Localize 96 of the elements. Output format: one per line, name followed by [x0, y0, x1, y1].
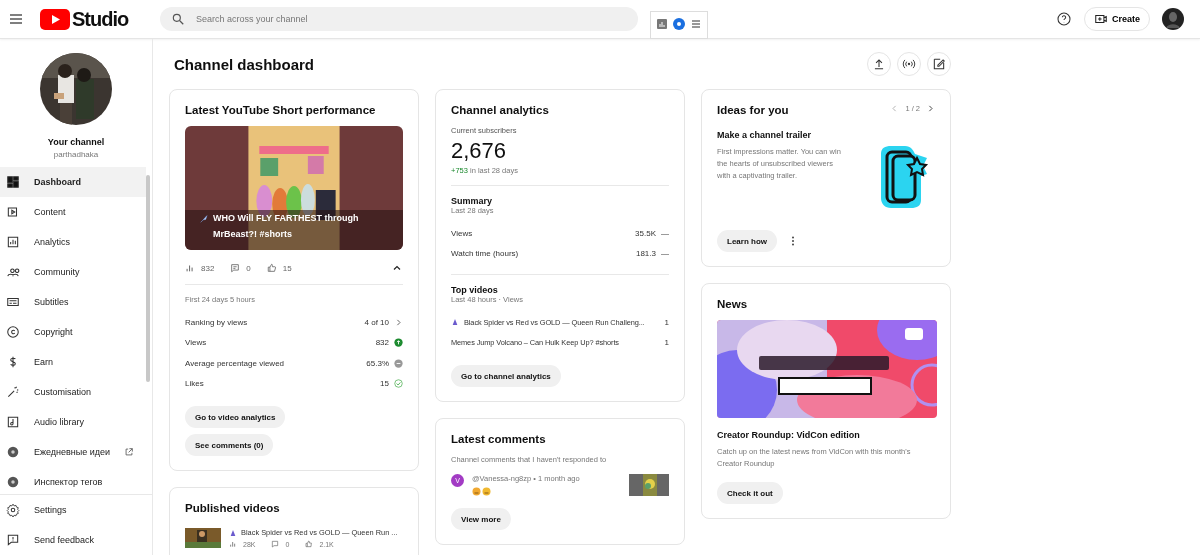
channel-label: Your channel: [47, 137, 105, 147]
broadcast-icon: [902, 57, 916, 71]
metric-value: 832: [375, 338, 389, 348]
rocket-icon: [199, 214, 209, 225]
nav-item[interactable]: Send feedback: [0, 525, 152, 555]
circle-icon[interactable]: [673, 18, 685, 30]
nav-icon: [6, 385, 20, 400]
trend-mark: —: [661, 249, 669, 259]
channel-handle: parthadhaka: [53, 150, 99, 159]
card-title: Channel analytics: [451, 104, 550, 116]
scrollbar-thumb[interactable]: [146, 175, 150, 383]
view-count: 1: [664, 338, 669, 348]
card-title: Latest comments: [451, 433, 547, 445]
learn-how-button[interactable]: Learn how: [717, 230, 777, 252]
search-icon: [171, 12, 185, 26]
metric-label: Views: [451, 228, 473, 238]
live-button[interactable]: [897, 52, 921, 76]
bar-chart-icon: [229, 540, 237, 548]
logo-text: Studio: [72, 7, 129, 31]
nav-icon: [6, 175, 20, 190]
card-title: News: [717, 298, 749, 310]
metric-value: 4 of 10: [364, 317, 389, 327]
account-avatar[interactable]: [1162, 8, 1184, 30]
play-logo-icon: [40, 8, 70, 30]
trend-mark: —: [661, 228, 669, 238]
check-it-out-button[interactable]: Check it out: [717, 482, 783, 504]
nav-item[interactable]: Copyright: [0, 317, 146, 348]
card-title: Ideas for you: [717, 104, 789, 116]
nav-item[interactable]: Ежедневные идеи: [0, 437, 146, 468]
add-video-icon: [1094, 12, 1108, 26]
page-title: Channel dashboard: [173, 55, 315, 73]
like-count: 15: [282, 263, 292, 273]
action-button[interactable]: Go to video analytics: [185, 406, 286, 428]
nav-item[interactable]: Audio library: [0, 407, 146, 438]
like-icon: [266, 263, 277, 273]
circle-icon: [6, 475, 20, 490]
news-title: Creator Roundup: VidCon edition: [717, 430, 861, 440]
nav-item[interactable]: Dashboard: [0, 167, 146, 198]
create-button[interactable]: Create: [1084, 7, 1150, 31]
action-button[interactable]: See comments (0): [185, 434, 274, 456]
metric-label: Views: [185, 338, 207, 348]
upload-button[interactable]: [867, 52, 891, 76]
nav-item[interactable]: Analytics: [0, 227, 146, 258]
metric-value: 65.3%: [366, 358, 389, 368]
comment-icon: [271, 540, 280, 548]
menu-icon[interactable]: [691, 19, 701, 29]
metric-label: Ranking by views: [185, 317, 248, 327]
idea-title: Make a channel trailer: [717, 130, 813, 140]
nav-icon: [6, 415, 20, 430]
neutral-icon: [394, 358, 403, 368]
emoji-icon: [472, 487, 492, 496]
nav-icon: [6, 205, 20, 220]
comment-icon: [230, 263, 241, 273]
nav-item[interactable]: Community: [0, 257, 146, 288]
subscriber-count: 2,676: [451, 138, 508, 164]
metric-value: 181.3: [635, 249, 656, 259]
nav-item[interactable]: Subtitles: [0, 287, 146, 318]
help-icon[interactable]: [1056, 11, 1072, 27]
metric-label: Likes: [185, 379, 204, 389]
nav-item[interactable]: Content: [0, 197, 146, 228]
edit-button[interactable]: [927, 52, 951, 76]
metric-label: Average percentage viewed: [185, 358, 285, 368]
nav-icon: [6, 325, 20, 340]
circle-icon: [6, 445, 20, 460]
bar-chart-icon: [185, 263, 195, 273]
nav-item[interactable]: Settings: [0, 495, 152, 525]
up-arrow-icon: [394, 338, 403, 348]
menu-icon[interactable]: [8, 11, 24, 27]
card-title: Latest YouTube Short performance: [185, 104, 377, 116]
like-icon: [305, 540, 314, 548]
chevron-right-icon[interactable]: [926, 104, 935, 113]
view-count: 1: [664, 317, 669, 327]
section-title: Summary: [451, 196, 494, 206]
card-title: Published videos: [185, 502, 281, 514]
search-field[interactable]: Search across your channel: [160, 7, 638, 31]
edit-icon: [932, 57, 946, 71]
upload-icon: [872, 57, 886, 71]
external-link-icon: [124, 447, 135, 458]
nav-item[interactable]: Инспектор тегов: [0, 467, 146, 494]
metric-value: 15: [380, 379, 389, 389]
section-title: Top videos: [451, 285, 499, 295]
settings-icon: [6, 503, 20, 517]
view-count: 832: [201, 263, 215, 273]
nav-item[interactable]: Earn: [0, 347, 146, 378]
feedback-icon: [6, 533, 20, 547]
check-icon: [394, 379, 403, 389]
channel-analytics-button[interactable]: Go to channel analytics: [451, 365, 561, 387]
metric-value: 35.5K: [635, 228, 656, 238]
nav-item[interactable]: Customisation: [0, 377, 146, 408]
short-icon: [229, 528, 237, 537]
video-title: WHO Will FLY FARTHEST through MrBeast?! #shorts: [213, 212, 360, 241]
view-more-button[interactable]: View more: [451, 508, 511, 530]
nav-icon: [6, 235, 20, 250]
short-icon: [451, 318, 459, 327]
comment-count: 0: [246, 263, 251, 273]
metric-label: Watch time (hours): [451, 249, 519, 259]
